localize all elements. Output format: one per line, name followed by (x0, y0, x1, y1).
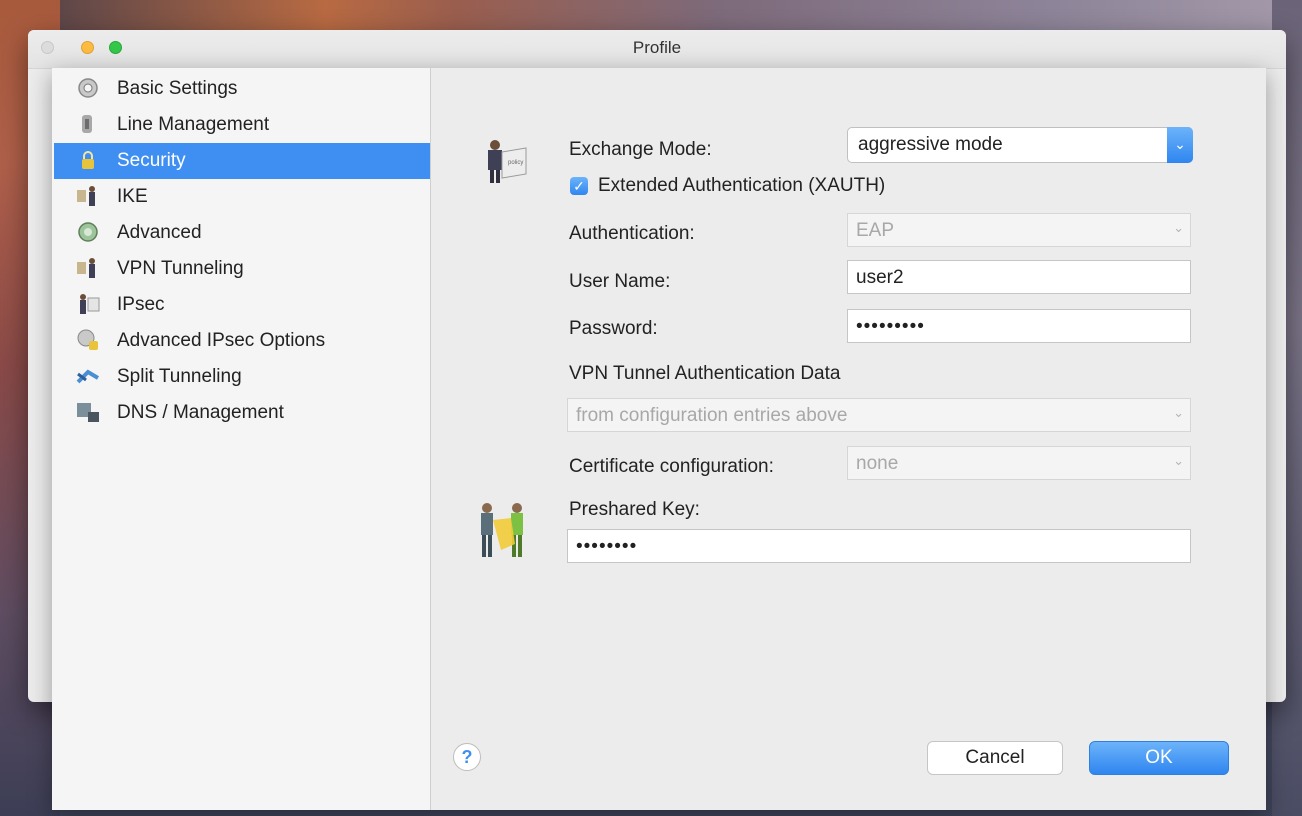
security-panel: policy Exchange Mode: aggressive mode ⌄ … (431, 68, 1266, 810)
sidebar-item-advanced[interactable]: Advanced (54, 215, 430, 251)
preshared-key-label: Preshared Key: (569, 499, 700, 520)
cert-config-value: none (856, 453, 899, 474)
split-tunnel-icon (76, 369, 100, 384)
dns-icon (77, 403, 99, 422)
xauth-label: Extended Authentication (XAUTH) (598, 175, 886, 196)
sidebar-item-label: IPsec (117, 294, 165, 315)
sidebar-item-label: Basic Settings (117, 78, 238, 99)
preshared-key-value: •••••••• (576, 536, 638, 557)
authentication-value: EAP (856, 220, 895, 241)
desktop-wallpaper (0, 0, 1302, 34)
sidebar-item-basic-settings[interactable]: Basic Settings (54, 71, 430, 107)
sidebar-item-label: VPN Tunneling (117, 258, 244, 279)
gear-icon (78, 78, 98, 98)
sidebar-item-label: Advanced (117, 222, 202, 243)
ok-button[interactable]: OK (1089, 741, 1229, 775)
vpn-auth-value: from configuration entries above (576, 405, 848, 426)
window-title: Profile (632, 38, 682, 57)
cancel-button[interactable]: Cancel (927, 741, 1063, 775)
sidebar-item-label: Line Management (117, 114, 270, 135)
sidebar-item-line-management[interactable]: Line Management (54, 107, 430, 143)
vpn-auth-select[interactable]: from configuration entries above ⌄ (567, 398, 1191, 432)
help-button[interactable]: ? (453, 743, 481, 771)
sidebar-item-dns-management[interactable]: DNS / Management (54, 395, 430, 431)
ipsec-options-icon (77, 329, 98, 350)
profile-sheet: Basic Settings Line Management Security … (52, 68, 1266, 810)
sidebar-item-ike[interactable]: IKE (54, 179, 430, 215)
line-management-icon (82, 115, 92, 133)
authentication-select[interactable]: EAP ⌄ (847, 213, 1191, 247)
exchange-mode-label: Exchange Mode: (569, 139, 712, 160)
sidebar-item-label: Advanced IPsec Options (117, 330, 326, 351)
sidebar: Basic Settings Line Management Security … (52, 68, 431, 810)
vpn-tunnel-icon (77, 258, 95, 278)
preshared-key-field[interactable]: •••••••• (567, 529, 1191, 563)
vpn-auth-heading: VPN Tunnel Authentication Data (569, 363, 841, 384)
preshared-key-figures-icon (481, 503, 523, 557)
password-value: ••••••••• (856, 316, 925, 337)
sidebar-item-vpn-tunneling[interactable]: VPN Tunneling (54, 251, 430, 287)
chevron-down-icon: ⌄ (1167, 127, 1193, 163)
policy-figure-icon: policy (488, 140, 527, 183)
sidebar-item-ipsec[interactable]: IPsec (54, 287, 430, 323)
xauth-checkbox[interactable]: ✓ (570, 177, 588, 195)
username-value: user2 (856, 267, 904, 288)
sidebar-item-split-tunneling[interactable]: Split Tunneling (54, 359, 430, 395)
password-label: Password: (569, 318, 658, 339)
ipsec-icon (80, 294, 100, 314)
exchange-mode-value: aggressive mode (858, 134, 1003, 155)
cert-config-select[interactable]: none ⌄ (847, 446, 1191, 480)
chevron-down-icon: ⌄ (1173, 220, 1184, 235)
username-label: User Name: (569, 271, 671, 292)
sidebar-item-label: Security (117, 150, 186, 171)
title-bar: Profile (28, 30, 1286, 69)
advanced-gear-icon (78, 222, 98, 242)
sidebar-item-label: IKE (117, 186, 148, 207)
sidebar-item-label: Split Tunneling (117, 366, 242, 387)
sidebar-item-security[interactable]: Security (54, 143, 430, 179)
chevron-down-icon: ⌄ (1173, 453, 1184, 468)
exchange-mode-select[interactable]: aggressive mode ⌄ (847, 127, 1193, 163)
svg-text:policy: policy (508, 160, 523, 166)
ike-icon (77, 186, 95, 206)
sidebar-item-label: DNS / Management (117, 402, 284, 423)
authentication-label: Authentication: (569, 223, 695, 244)
username-field[interactable]: user2 (847, 260, 1191, 294)
cert-config-label: Certificate configuration: (569, 456, 774, 477)
sidebar-item-advanced-ipsec-options[interactable]: Advanced IPsec Options (54, 323, 430, 359)
lock-icon (82, 151, 94, 169)
chevron-down-icon: ⌄ (1173, 405, 1184, 420)
password-field[interactable]: ••••••••• (847, 309, 1191, 343)
